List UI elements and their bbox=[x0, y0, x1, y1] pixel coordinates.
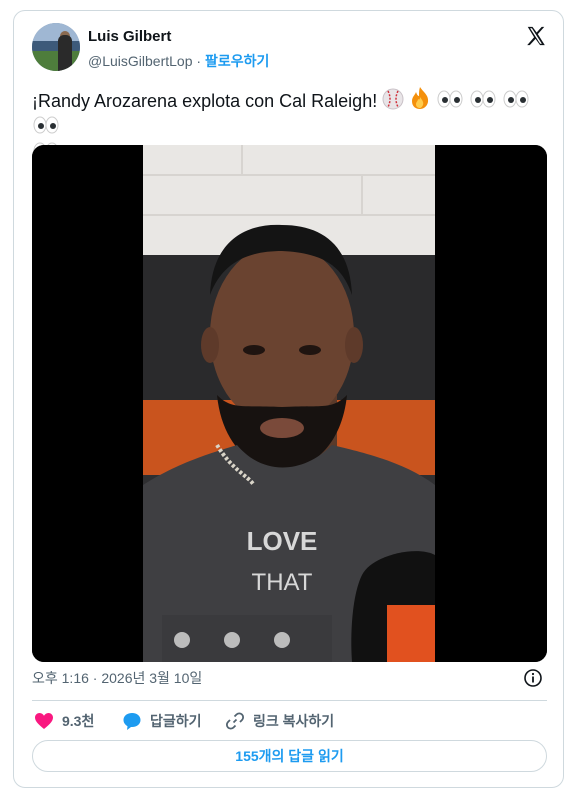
shirt-text-love: LOVE bbox=[247, 526, 318, 556]
follow-button[interactable]: 팔로우하기 bbox=[205, 53, 269, 69]
baseball-emoji-icon bbox=[382, 88, 404, 110]
reply-bubble-icon bbox=[123, 713, 141, 730]
like-count: 9.3천 bbox=[62, 713, 95, 729]
copy-link-button[interactable]: 링크 복사하기 bbox=[225, 709, 334, 733]
author-name[interactable]: Luis Gilbert bbox=[88, 28, 171, 45]
read-replies-button[interactable]: 155개의 답글 읽기 bbox=[32, 740, 547, 772]
handle-separator: · bbox=[192, 53, 205, 69]
author-handle[interactable]: @LuisGilbertLop bbox=[88, 53, 193, 69]
reply-label: 답글하기 bbox=[150, 713, 202, 729]
action-bar: 9.3천 답글하기 링크 복사하기 bbox=[32, 709, 547, 733]
shirt-text-that: THAT bbox=[252, 569, 313, 596]
eyes-emoji-icon bbox=[437, 90, 463, 108]
avatar[interactable] bbox=[32, 23, 80, 71]
tweet-meta-row: 오후 1:16 · 2026년 3월 10일 bbox=[32, 668, 547, 690]
video-frame: LOVE THAT bbox=[32, 145, 547, 662]
eyes-emoji-icon bbox=[33, 116, 59, 134]
divider bbox=[32, 700, 547, 701]
fire-emoji-icon bbox=[412, 87, 429, 109]
x-logo-icon[interactable] bbox=[525, 25, 547, 47]
author-handle-row: @LuisGilbertLop · 팔로우하기 bbox=[88, 51, 269, 71]
tweet-card: Luis Gilbert @LuisGilbertLop · 팔로우하기 ¡Ra… bbox=[13, 10, 564, 788]
info-icon[interactable] bbox=[523, 668, 543, 688]
like-button[interactable]: 9.3천 bbox=[34, 709, 94, 733]
copy-link-label: 링크 복사하기 bbox=[253, 713, 335, 729]
tweet-body: ¡Randy Arozarena explota con Cal Raleigh… bbox=[32, 91, 383, 111]
eyes-emoji-icon bbox=[503, 90, 529, 108]
tweet-timestamp[interactable]: 오후 1:16 · 2026년 3월 10일 bbox=[32, 670, 202, 686]
video-player[interactable]: LOVE THAT bbox=[32, 145, 547, 662]
link-icon bbox=[225, 712, 245, 730]
heart-icon bbox=[35, 713, 53, 729]
eyes-emoji-icon bbox=[470, 90, 496, 108]
reply-button[interactable]: 답글하기 bbox=[122, 709, 202, 733]
